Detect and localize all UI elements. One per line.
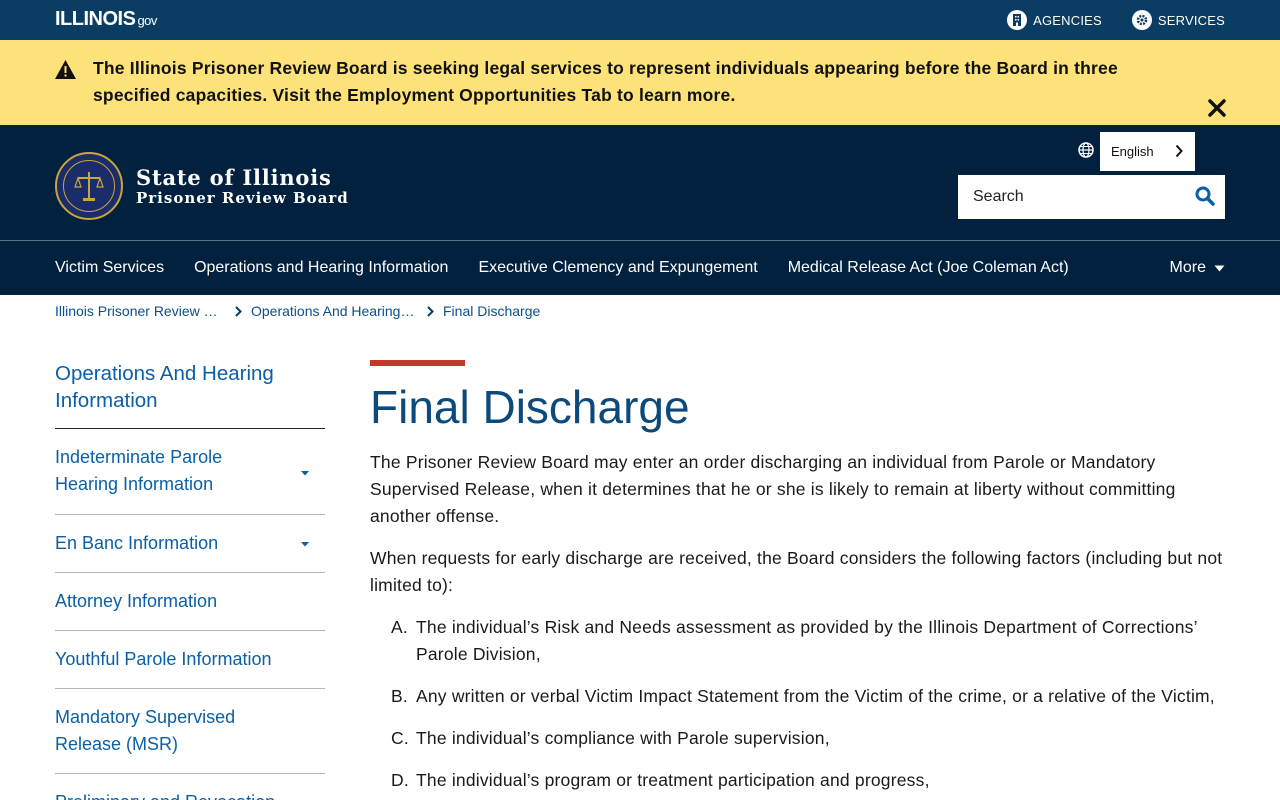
list-item: A. The individual’s Risk and Needs asses…: [391, 614, 1225, 668]
alert-message: The Illinois Prisoner Review Board is se…: [93, 58, 1118, 105]
intro-paragraph: The Prisoner Review Board may enter an o…: [370, 452, 1176, 526]
search-box: [958, 175, 1225, 219]
agencies-label: AGENCIES: [1033, 12, 1102, 28]
factors-list: A. The individual’s Risk and Needs asses…: [391, 614, 1225, 794]
nav-item-executive-clemency[interactable]: Executive Clemency and Expungement: [478, 259, 757, 277]
language-value: English: [1111, 144, 1154, 159]
site-title-line1: State of Illinois: [136, 165, 332, 190]
logo-text: ILLINOIS: [55, 8, 136, 30]
illinois-gov-logo[interactable]: ILLINOIS gov: [55, 8, 157, 31]
chevron-right-icon: [235, 305, 242, 317]
sidebar-item-label: En Banc Information: [55, 533, 219, 553]
search-icon[interactable]: [1195, 186, 1215, 211]
chevron-right-icon: [1175, 144, 1183, 161]
title-accent-bar: [370, 360, 465, 366]
nav-item-victim-services[interactable]: Victim Services: [55, 259, 164, 277]
sidebar-nav: Operations And Hearing Information Indet…: [55, 360, 325, 800]
sidebar-item-msr[interactable]: Mandatory Supervised Release (MSR): [55, 689, 325, 774]
breadcrumb-operations[interactable]: Operations And Hearing Information: [251, 303, 415, 319]
list-marker: A.: [391, 617, 408, 637]
list-item-text: Any written or verbal Victim Impact Stat…: [416, 686, 1215, 706]
logo-suffix: gov: [137, 13, 157, 28]
site-title[interactable]: State of Illinois Prisoner Review Board: [136, 165, 349, 208]
nav-more-label: More: [1169, 259, 1206, 276]
close-icon[interactable]: [1207, 98, 1227, 123]
list-item-text: The individual’s compliance with Parole …: [416, 728, 830, 748]
main-content: Final Discharge The Prisoner Review Boar…: [370, 360, 1225, 794]
warning-icon: [55, 60, 76, 84]
search-input[interactable]: [958, 188, 1178, 206]
gears-icon: [1131, 10, 1152, 30]
list-marker: B.: [391, 686, 408, 706]
site-header: State of Illinois Prisoner Review Board …: [0, 125, 1280, 240]
prb-seal-logo[interactable]: [55, 152, 123, 220]
globe-icon: [1078, 142, 1094, 163]
nav-item-operations-hearing[interactable]: Operations and Hearing Information: [194, 259, 448, 277]
nav-more-button[interactable]: More: [1170, 241, 1225, 295]
breadcrumb: Illinois Prisoner Review Board Operation…: [55, 302, 540, 320]
site-title-line2: Prisoner Review Board: [136, 189, 349, 207]
services-link[interactable]: SERVICES: [1131, 10, 1225, 30]
breadcrumb-current[interactable]: Final Discharge: [443, 303, 540, 319]
list-marker: C.: [391, 728, 409, 748]
list-item-text: The individual’s Risk and Needs assessme…: [416, 617, 1198, 664]
sidebar-item-label: Preliminary and Revocation: [55, 789, 325, 800]
nav-item-medical-release[interactable]: Medical Release Act (Joe Coleman Act): [788, 259, 1069, 277]
gov-top-bar: ILLINOIS gov AGENCIES SERVICES: [0, 0, 1280, 40]
alert-banner: The Illinois Prisoner Review Board is se…: [0, 40, 1280, 125]
list-item-text: The individual’s program or treatment pa…: [416, 770, 930, 790]
breadcrumb-home[interactable]: Illinois Prisoner Review Board: [55, 303, 223, 319]
building-icon: [1007, 10, 1028, 30]
sidebar-item-label: Attorney Information: [55, 591, 218, 611]
sidebar-item-preliminary-revocation[interactable]: Preliminary and Revocation: [55, 774, 325, 800]
sidebar-item-indeterminate-parole[interactable]: Indeterminate Parole Hearing Information: [55, 429, 325, 515]
agencies-link[interactable]: AGENCIES: [1007, 10, 1102, 30]
factors-paragraph: When requests for early discharge are re…: [370, 548, 1223, 595]
list-marker: D.: [391, 770, 409, 790]
list-item: C. The individual’s compliance with Paro…: [391, 725, 1225, 752]
caret-down-icon: [1214, 259, 1225, 277]
sidebar-item-label: Indeterminate Parole Hearing Information: [55, 447, 223, 494]
sidebar-title[interactable]: Operations And Hearing Information: [55, 360, 325, 429]
page-title: Final Discharge: [370, 381, 690, 433]
caret-down-icon[interactable]: [299, 540, 311, 548]
list-item: B. Any written or verbal Victim Impact S…: [391, 683, 1225, 710]
services-label: SERVICES: [1157, 12, 1225, 28]
language-select[interactable]: English: [1100, 132, 1195, 171]
list-item: D. The individual’s program or treatment…: [391, 767, 1225, 794]
chevron-right-icon: [427, 305, 434, 317]
sidebar-item-label: Mandatory Supervised Release (MSR): [55, 707, 236, 754]
sidebar-item-label: Youthful Parole Information: [55, 649, 272, 669]
scales-icon: [74, 172, 104, 201]
main-navigation: Victim Services Operations and Hearing I…: [0, 240, 1280, 295]
sidebar-item-youthful-parole[interactable]: Youthful Parole Information: [55, 631, 325, 689]
sidebar-item-en-banc[interactable]: En Banc Information: [55, 515, 325, 573]
caret-down-icon[interactable]: [299, 469, 311, 477]
sidebar-item-attorney[interactable]: Attorney Information: [55, 573, 325, 631]
